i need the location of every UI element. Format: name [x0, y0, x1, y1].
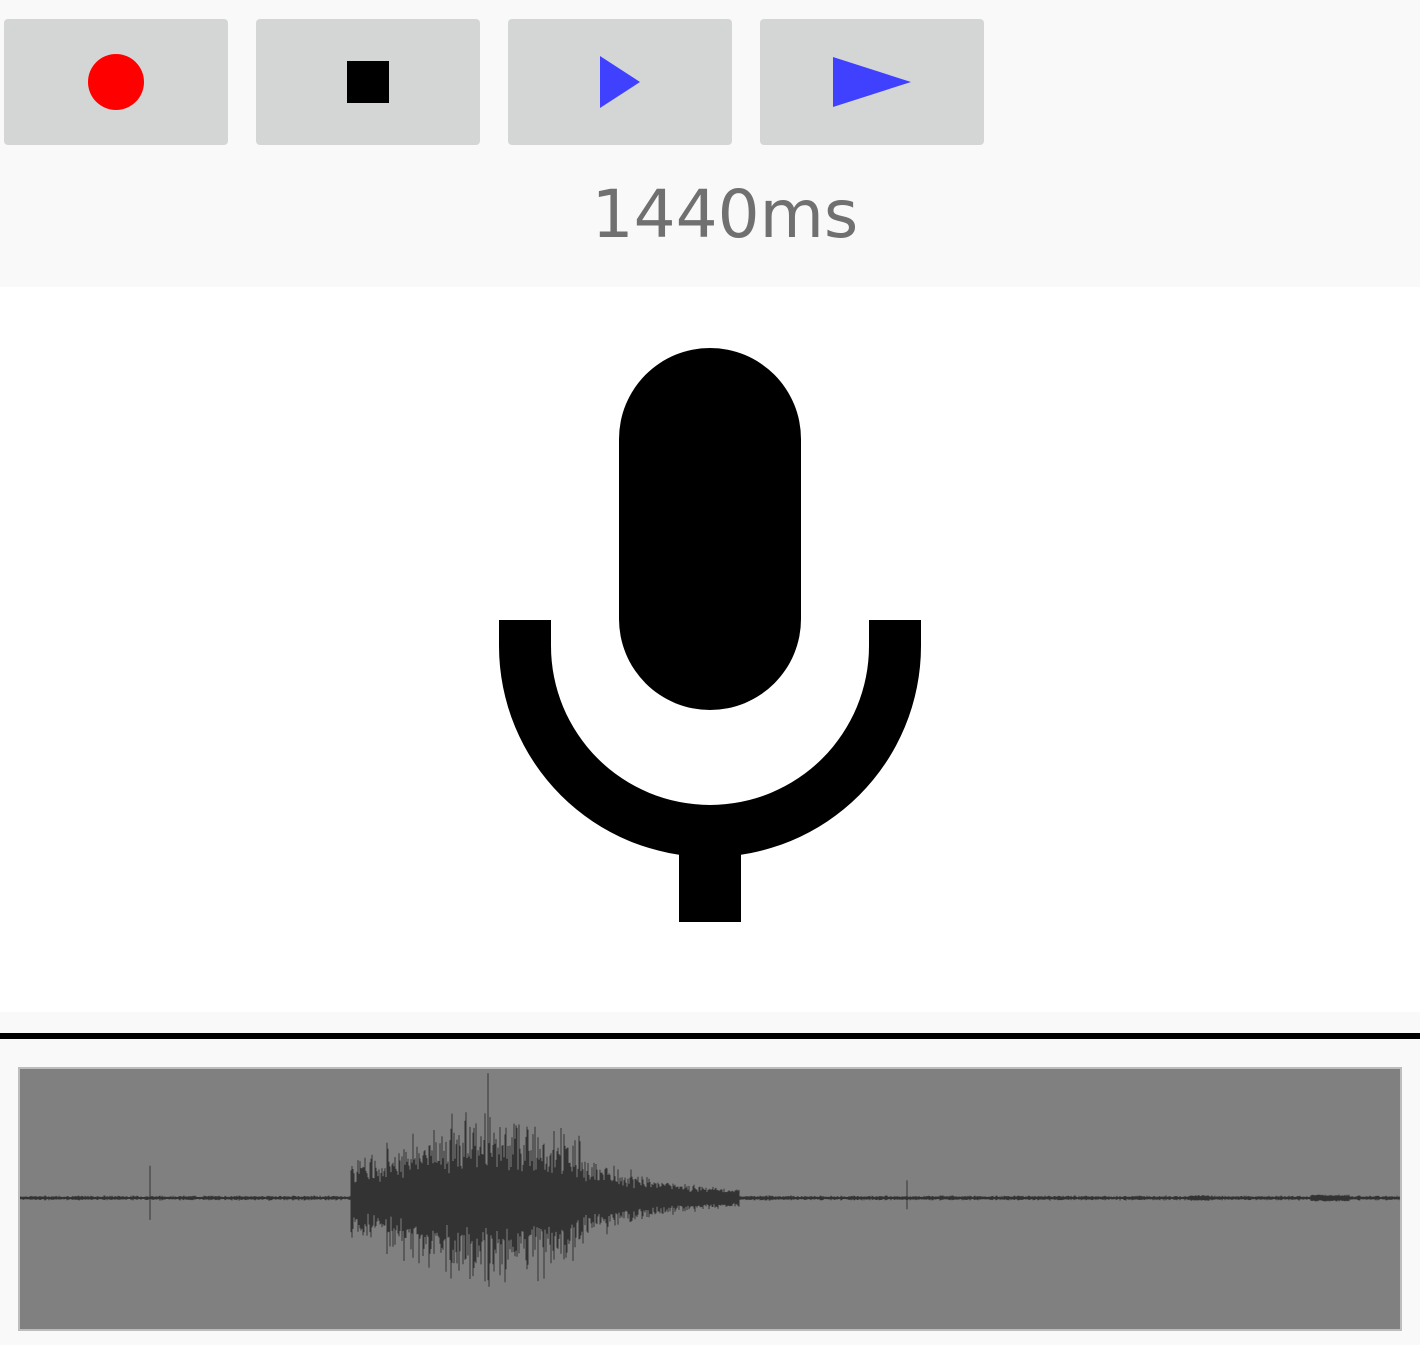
duration-label: 1440ms — [591, 176, 859, 253]
play-icon — [600, 56, 640, 108]
waveform-signal — [20, 1073, 1400, 1287]
stop-button[interactable] — [256, 19, 480, 145]
play-button[interactable] — [508, 19, 732, 145]
record-icon — [88, 54, 144, 110]
record-button[interactable] — [4, 19, 228, 145]
waveform-view[interactable] — [18, 1067, 1402, 1331]
microphone-panel[interactable] — [0, 287, 1420, 1012]
microphone-icon — [499, 348, 921, 922]
play-wide-icon — [833, 57, 911, 107]
waveform-trace — [20, 1073, 1400, 1287]
toolbar: 1440ms — [0, 0, 1420, 287]
play-fast-button[interactable] — [760, 19, 984, 145]
divider — [0, 1033, 1420, 1039]
stop-icon — [347, 61, 389, 103]
